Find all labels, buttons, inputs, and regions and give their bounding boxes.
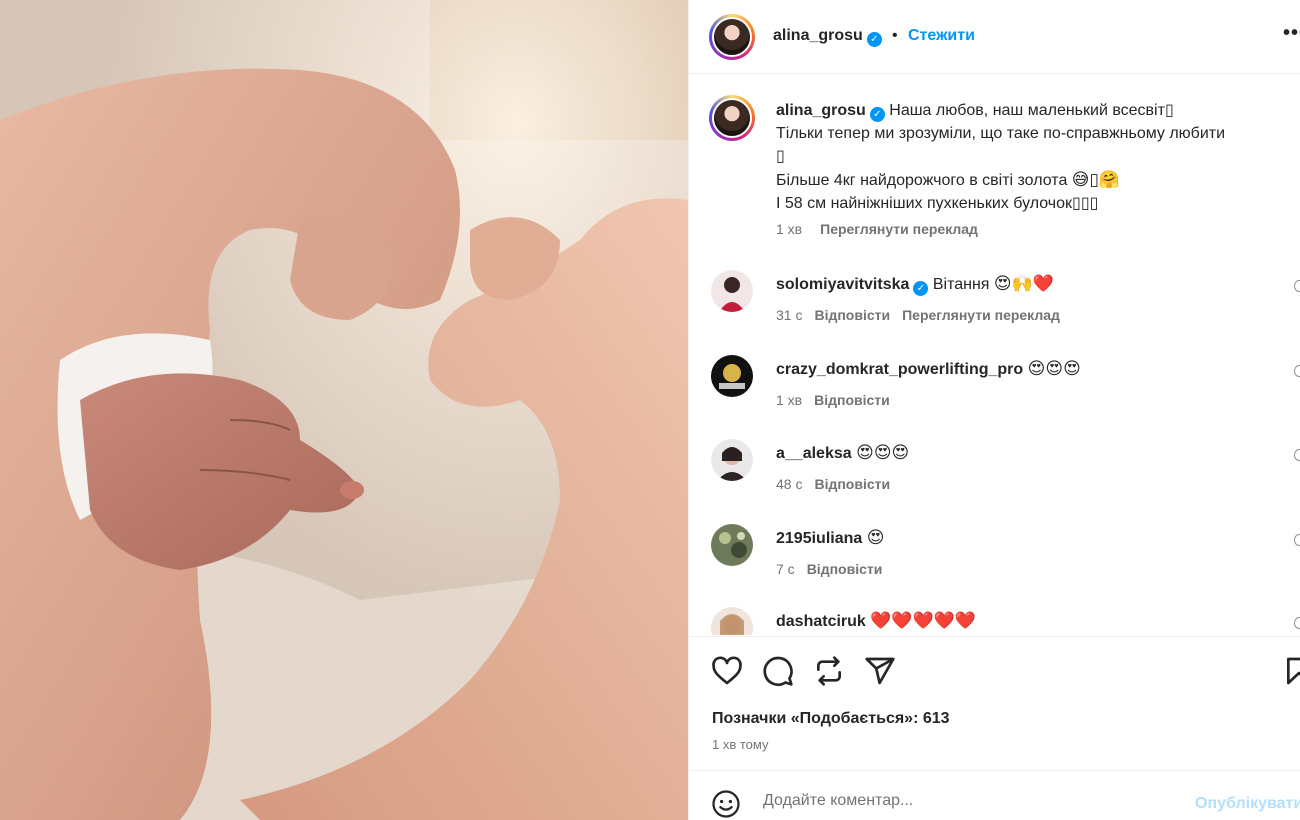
reply-button[interactable]: Відповісти (814, 392, 890, 408)
commenter-avatar[interactable] (711, 355, 753, 397)
comment-like-heart-icon[interactable] (1294, 617, 1300, 629)
commenter-avatar[interactable] (711, 270, 753, 312)
comment-text: Вітання (932, 276, 990, 293)
comment-meta: 1 хв Відповісти (776, 392, 902, 408)
post-caption: alina_grosu ✓ Наша любов, наш маленький в… (776, 102, 1226, 212)
verified-badge-icon: ✓ (913, 281, 929, 296)
commenter-avatar[interactable] (711, 439, 753, 481)
comment-meta: 48 с Відповісти (776, 476, 902, 492)
post-photo[interactable] (0, 0, 688, 820)
comment-input[interactable] (763, 792, 1183, 810)
commenter-avatar[interactable] (711, 607, 753, 635)
post-time-ago: 1 хв тому (712, 737, 769, 752)
heart-hands-illustration (0, 0, 688, 820)
caption-username[interactable]: alina_grosu (776, 102, 866, 119)
share-icon[interactable] (864, 655, 896, 687)
post-header: alina_grosu✓ • Стежити ••• (689, 0, 1300, 74)
comment-time: 48 с (776, 476, 803, 492)
author-avatar[interactable] (709, 14, 755, 60)
caption-line-4: І 58 см найніжніших пухкеньких булочок (776, 195, 1073, 212)
post-side-panel: alina_grosu✓ • Стежити ••• alina_grosu✓ … (688, 0, 1300, 820)
publish-button[interactable]: Опублікувати (1195, 795, 1300, 813)
verified-badge-icon: ✓ (866, 32, 882, 47)
comment-time: 31 с (776, 307, 803, 323)
verified-badge-icon: ✓ (869, 107, 885, 122)
caption-meta: 1 хв Переглянути переклад (776, 221, 996, 237)
follow-button[interactable]: Стежити (908, 27, 975, 45)
caption-line-3: Більше 4кг найдорожчого в світі золота (776, 172, 1068, 189)
reply-button[interactable]: Відповісти (814, 307, 890, 323)
comment-time: 7 с (776, 561, 795, 577)
comment-item: dashatciruk ❤️❤️❤️❤️❤️ (689, 607, 1300, 635)
more-options-icon[interactable]: ••• (1283, 22, 1300, 45)
comments-scroll-area[interactable]: alina_grosu ✓ Наша любов, наш маленький в… (689, 75, 1300, 635)
caption-line-1: Наша любов, наш маленький всесвіт (889, 102, 1165, 119)
comment-like-heart-icon[interactable] (1294, 534, 1300, 546)
add-comment-bar: Опублікувати (689, 770, 1300, 820)
comment-icon[interactable] (762, 655, 794, 687)
post-actions-bar: Позначки «Подобається»: 613 1 хв тому (689, 636, 1300, 770)
reply-button[interactable]: Відповісти (807, 561, 883, 577)
comment-like-heart-icon[interactable] (1294, 365, 1300, 377)
comment-item: crazy_domkrat_powerlifting_pro 😍😍😍 1 хв В… (689, 355, 1300, 435)
caption-line-2: Тільки тепер ми зрозуміли, що таке по-сп… (776, 125, 1226, 142)
reply-button[interactable]: Відповісти (814, 476, 890, 492)
commenter-username[interactable]: crazy_domkrat_powerlifting_pro (776, 361, 1023, 378)
comment-item: solomiyavitvitska ✓ Вітання 😍🙌❤️ 31 с Відп… (689, 270, 1300, 350)
heart-icon[interactable] (711, 655, 743, 687)
comment-time: 1 хв (776, 392, 803, 408)
comment-item: a__aleksa 😍😍😍 48 с Відповісти (689, 439, 1300, 519)
comment-like-heart-icon[interactable] (1294, 280, 1300, 292)
commenter-username[interactable]: solomiyavitvitska (776, 276, 909, 293)
commenter-username[interactable]: 2195iuliana (776, 530, 862, 547)
caption-time: 1 хв (776, 221, 803, 237)
separator-dot: • (892, 27, 898, 44)
likes-count[interactable]: Позначки «Подобається»: 613 (712, 710, 950, 728)
author-username[interactable]: alina_grosu ✓ (773, 27, 882, 47)
commenter-username[interactable]: dashatciruk (776, 613, 866, 630)
comment-meta: 31 с Відповісти Переглянути переклад (776, 307, 1072, 323)
commenter-username[interactable]: a__aleksa (776, 445, 852, 462)
repost-icon[interactable] (813, 655, 845, 687)
see-translation-link[interactable]: Переглянути переклад (820, 221, 978, 237)
comment-meta: 7 с Відповісти (776, 561, 894, 577)
caption-author-avatar[interactable] (709, 95, 755, 141)
see-translation-link[interactable]: Переглянути переклад (902, 307, 1060, 323)
commenter-avatar[interactable] (711, 524, 753, 566)
bookmark-icon[interactable] (1283, 655, 1300, 687)
smiley-icon[interactable] (711, 789, 741, 819)
comment-like-heart-icon[interactable] (1294, 449, 1300, 461)
comment-item: 2195iuliana 😍 7 с Відповісти (689, 524, 1300, 604)
